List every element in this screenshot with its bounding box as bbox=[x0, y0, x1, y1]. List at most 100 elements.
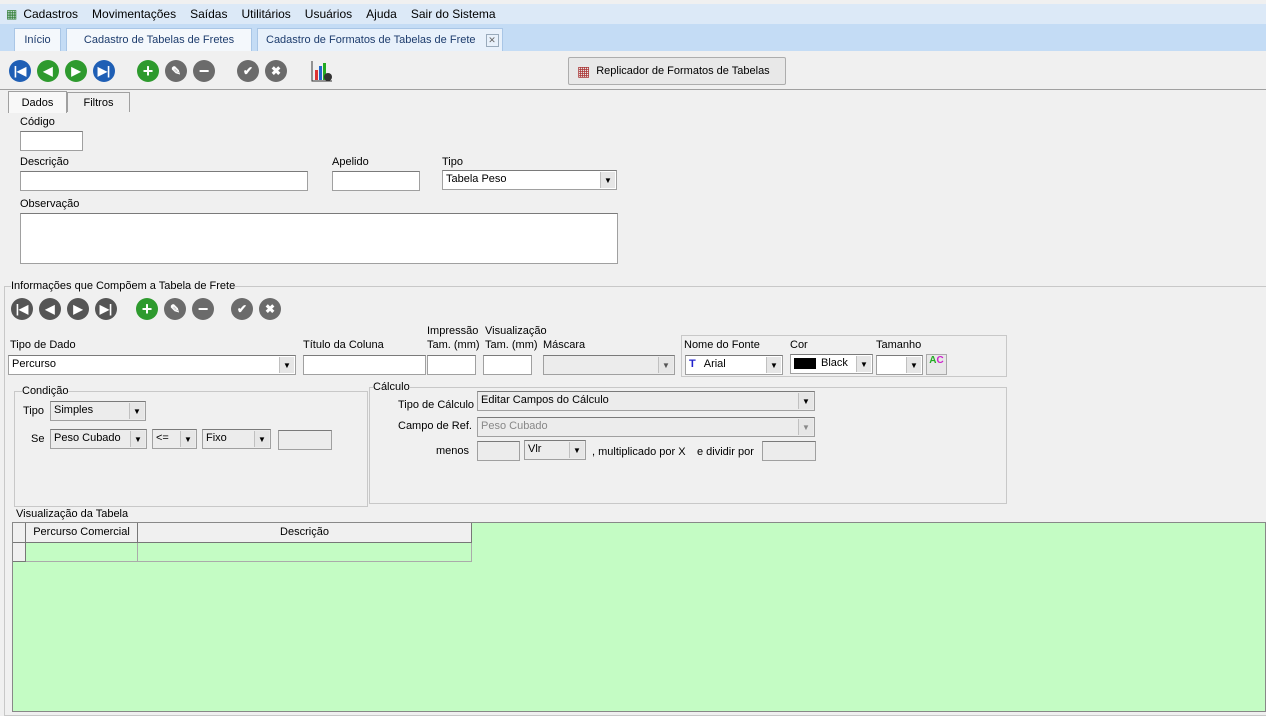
codigo-input[interactable] bbox=[20, 131, 83, 151]
confirm-icon[interactable]: ✔ bbox=[231, 298, 253, 320]
first-record-icon[interactable]: |◀ bbox=[9, 60, 31, 82]
font-dialog-icon[interactable]: AC bbox=[926, 354, 947, 375]
info-title: Informações que Compõem a Tabela de Fret… bbox=[11, 280, 236, 292]
apelido-label: Apelido bbox=[332, 156, 369, 168]
menu-cadastros[interactable]: Cadastros bbox=[23, 7, 78, 21]
chevron-down-icon: ▼ bbox=[798, 419, 813, 435]
previous-record-icon[interactable]: ◀ bbox=[39, 298, 61, 320]
subtab-dados[interactable]: Dados bbox=[8, 91, 67, 113]
add-icon[interactable]: + bbox=[137, 60, 159, 82]
table-cell[interactable] bbox=[26, 543, 138, 562]
add-icon[interactable]: + bbox=[136, 298, 158, 320]
cancel-icon[interactable]: ✖ bbox=[259, 298, 281, 320]
tipo-calculo-label: Tipo de Cálculo bbox=[398, 399, 475, 411]
tab-label: Cadastro de Formatos de Tabelas de Frete bbox=[266, 34, 476, 46]
fixo-select[interactable]: Fixo ▼ bbox=[202, 429, 271, 449]
mascara-label: Máscara bbox=[543, 339, 586, 351]
condicao-tipo-value: Simples bbox=[54, 404, 94, 416]
cor-value: Black bbox=[821, 357, 848, 369]
menos-input[interactable] bbox=[477, 441, 520, 461]
edit-icon[interactable]: ✎ bbox=[165, 60, 187, 82]
chevron-down-icon: ▼ bbox=[129, 403, 144, 419]
condicao-value-input[interactable] bbox=[278, 430, 332, 450]
edit-icon[interactable]: ✎ bbox=[164, 298, 186, 320]
visualizacao-tam-label: Tam. (mm) bbox=[485, 339, 538, 351]
tab-cadastro-formatos[interactable]: Cadastro de Formatos de Tabelas de Frete… bbox=[257, 28, 503, 51]
chart-settings-icon[interactable] bbox=[311, 60, 333, 82]
menu-movimentacoes[interactable]: Movimentações bbox=[92, 7, 176, 21]
replicator-button[interactable]: ▦ Replicador de Formatos de Tabelas bbox=[568, 57, 786, 85]
chevron-down-icon: ▼ bbox=[658, 357, 673, 373]
column-header-percurso[interactable]: Percurso Comercial bbox=[26, 523, 138, 543]
last-record-icon[interactable]: ▶| bbox=[93, 60, 115, 82]
fonte-select[interactable]: T Arial ▼ bbox=[685, 355, 783, 375]
apelido-input[interactable] bbox=[332, 171, 420, 191]
table-cell[interactable] bbox=[138, 543, 472, 562]
titulo-coluna-label: Título da Coluna bbox=[303, 339, 384, 351]
condicao-tipo-label: Tipo bbox=[23, 405, 44, 417]
impressao-tam-input[interactable] bbox=[427, 355, 476, 375]
chevron-down-icon: ▼ bbox=[254, 431, 269, 447]
campo-ref-label: Campo de Ref. bbox=[398, 420, 472, 432]
menu-ajuda[interactable]: Ajuda bbox=[366, 7, 397, 21]
tipo-value: Tabela Peso bbox=[446, 173, 507, 185]
remove-icon[interactable]: − bbox=[193, 60, 215, 82]
descricao-input[interactable] bbox=[20, 171, 308, 191]
campo-ref-select[interactable]: Peso Cubado ▼ bbox=[477, 417, 815, 437]
condicao-tipo-select[interactable]: Simples ▼ bbox=[50, 401, 146, 421]
color-swatch bbox=[794, 357, 816, 369]
column-header-descricao[interactable]: Descrição bbox=[138, 523, 472, 543]
chevron-down-icon: ▼ bbox=[766, 357, 781, 373]
visualizacao-tam-input[interactable] bbox=[483, 355, 532, 375]
previous-record-icon[interactable]: ◀ bbox=[37, 60, 59, 82]
multiplicado-label: , multiplicado por X bbox=[592, 446, 686, 458]
campo-value: Peso Cubado bbox=[54, 432, 121, 444]
cor-select[interactable]: Black ▼ bbox=[790, 354, 873, 374]
chevron-down-icon: ▼ bbox=[600, 172, 615, 188]
tamanho-select[interactable]: ▼ bbox=[876, 355, 923, 375]
tipo-label: Tipo bbox=[442, 156, 463, 168]
confirm-icon[interactable]: ✔ bbox=[237, 60, 259, 82]
vlr-value: Vlr bbox=[528, 443, 542, 455]
close-icon[interactable]: ✕ bbox=[485, 33, 499, 47]
row-header[interactable] bbox=[13, 543, 26, 562]
next-record-icon[interactable]: ▶ bbox=[67, 298, 89, 320]
cancel-icon[interactable]: ✖ bbox=[265, 60, 287, 82]
next-record-icon[interactable]: ▶ bbox=[65, 60, 87, 82]
campo-select[interactable]: Peso Cubado ▼ bbox=[50, 429, 147, 449]
menu-sair[interactable]: Sair do Sistema bbox=[411, 7, 496, 21]
fonte-label: Nome do Fonte bbox=[684, 339, 760, 351]
menu-bar: ▦ Cadastros Movimentações Saídas Utilitá… bbox=[0, 4, 1266, 24]
font-icon: T bbox=[689, 358, 696, 370]
tipo-calculo-value: Editar Campos do Cálculo bbox=[481, 394, 609, 406]
remove-icon[interactable]: − bbox=[192, 298, 214, 320]
tipo-calculo-select[interactable]: Editar Campos do Cálculo ▼ bbox=[477, 391, 815, 411]
vlr-select[interactable]: Vlr ▼ bbox=[524, 440, 586, 460]
row-header-corner bbox=[13, 523, 26, 543]
tipo-dado-value: Percurso bbox=[12, 358, 57, 370]
mascara-select[interactable]: ▼ bbox=[543, 355, 675, 375]
first-record-icon[interactable]: |◀ bbox=[11, 298, 33, 320]
operator-select[interactable]: <= ▼ bbox=[152, 429, 197, 449]
titulo-coluna-input[interactable] bbox=[303, 355, 426, 375]
subtab-filtros[interactable]: Filtros bbox=[67, 92, 130, 112]
chevron-down-icon: ▼ bbox=[906, 357, 921, 373]
table-grid[interactable]: Percurso Comercial Descrição bbox=[12, 522, 1266, 712]
impressao-label: Impressão bbox=[427, 325, 479, 337]
tab-cadastro-tabelas-fretes[interactable]: Cadastro de Tabelas de Fretes bbox=[66, 28, 252, 51]
tipo-dado-select[interactable]: Percurso ▼ bbox=[8, 355, 296, 375]
fonte-value: Arial bbox=[703, 358, 726, 370]
menu-saidas[interactable]: Saídas bbox=[190, 7, 227, 21]
menu-usuarios[interactable]: Usuários bbox=[305, 7, 352, 21]
tab-inicio[interactable]: Início bbox=[14, 28, 61, 51]
dividir-label: e dividir por bbox=[697, 446, 754, 458]
replicator-label: Replicador de Formatos de Tabelas bbox=[596, 65, 770, 77]
tipo-select[interactable]: Tabela Peso ▼ bbox=[442, 170, 617, 190]
dividir-input[interactable] bbox=[762, 441, 816, 461]
last-record-icon[interactable]: ▶| bbox=[95, 298, 117, 320]
observacao-textarea[interactable] bbox=[20, 213, 618, 264]
menu-utilitarios[interactable]: Utilitários bbox=[241, 7, 290, 21]
divider bbox=[0, 89, 1266, 90]
chevron-down-icon: ▼ bbox=[279, 357, 294, 373]
menos-label: menos bbox=[436, 445, 470, 457]
